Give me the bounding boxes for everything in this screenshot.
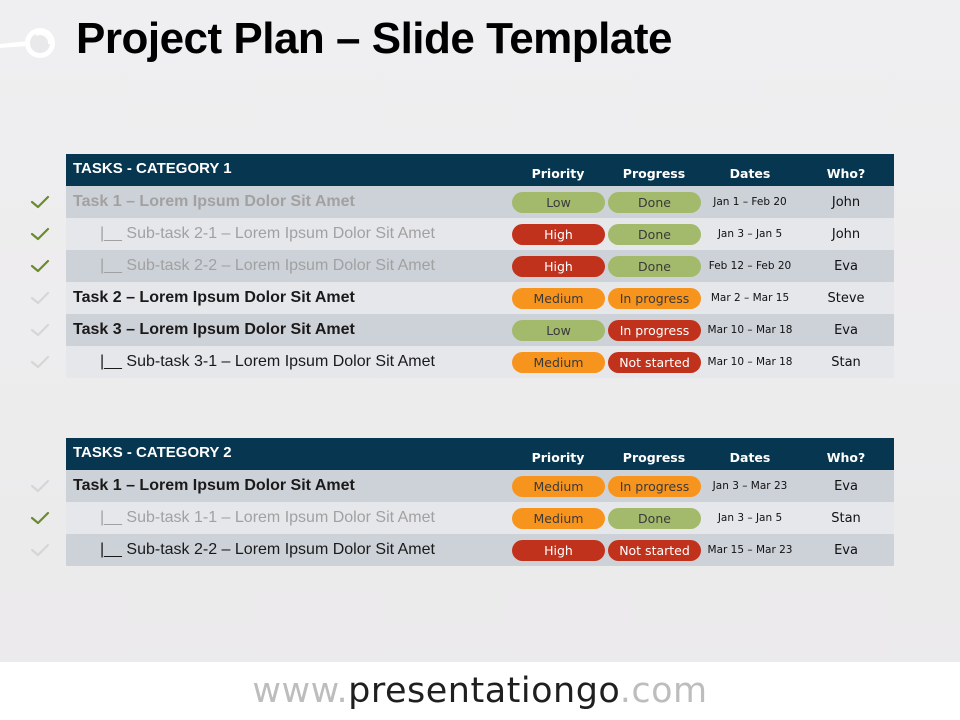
column-header-progress: Progress [622, 450, 686, 465]
table-row[interactable]: |__ Sub-task 2-2 – Lorem Ipsum Dolor Sit… [30, 250, 894, 282]
progress-badge: Done [608, 508, 701, 529]
column-header-who: Who? [826, 450, 866, 465]
progress-badge: In progress [608, 320, 701, 341]
category-title: TASKS - CATEGORY 1 [73, 160, 232, 177]
priority-badge: High [512, 256, 605, 277]
task-name: |__ Sub-task 2-2 – Lorem Ipsum Dolor Sit… [100, 257, 435, 274]
task-assignee: Stan [831, 511, 861, 526]
task-dates: Feb 12 – Feb 20 [708, 260, 792, 272]
task-name: |__ Sub-task 1-1 – Lorem Ipsum Dolor Sit… [100, 509, 435, 526]
table-header: TASKS - CATEGORY 2 Priority Progress Dat… [66, 438, 894, 470]
column-header-progress: Progress [622, 166, 686, 181]
url-prefix: www. [252, 671, 349, 711]
table-row[interactable]: |__ Sub-task 2-2 – Lorem Ipsum Dolor Sit… [30, 534, 894, 566]
task-name: Task 3 – Lorem Ipsum Dolor Sit Amet [73, 321, 355, 338]
slide-title: Project Plan – Slide Template [76, 14, 673, 63]
priority-badge: Medium [512, 352, 605, 373]
task-assignee: Eva [834, 543, 858, 558]
task-assignee: Stan [831, 355, 861, 370]
checkmark-icon[interactable] [30, 542, 50, 558]
priority-badge: High [512, 540, 605, 561]
task-name: Task 1 – Lorem Ipsum Dolor Sit Amet [73, 193, 355, 210]
table-row[interactable]: Task 1 – Lorem Ipsum Dolor Sit Amet Low … [30, 186, 894, 218]
priority-badge: Low [512, 320, 605, 341]
column-header-priority: Priority [531, 166, 585, 181]
column-header-dates: Dates [729, 166, 771, 181]
task-dates: Mar 2 – Mar 15 [710, 292, 790, 304]
table-header: TASKS - CATEGORY 1 Priority Progress Dat… [66, 154, 894, 186]
task-dates: Jan 3 – Mar 23 [712, 480, 788, 492]
task-table-category-2: TASKS - CATEGORY 2 Priority Progress Dat… [30, 438, 894, 566]
footer: www.presentationgo.com [0, 662, 960, 720]
priority-badge: Low [512, 192, 605, 213]
task-assignee: Eva [834, 259, 858, 274]
priority-badge: High [512, 224, 605, 245]
progress-badge: Not started [608, 352, 701, 373]
task-dates: Mar 10 – Mar 18 [707, 324, 793, 336]
checkmark-icon[interactable] [30, 354, 50, 370]
priority-badge: Medium [512, 476, 605, 497]
table-row[interactable]: Task 3 – Lorem Ipsum Dolor Sit Amet Low … [30, 314, 894, 346]
category-title: TASKS - CATEGORY 2 [73, 444, 232, 461]
magnifier-key-icon [0, 28, 55, 58]
task-dates: Jan 3 – Jan 5 [717, 228, 783, 240]
task-name: |__ Sub-task 2-2 – Lorem Ipsum Dolor Sit… [100, 541, 435, 558]
task-assignee: Eva [834, 479, 858, 494]
checkmark-icon[interactable] [30, 226, 50, 242]
task-dates: Jan 3 – Jan 5 [717, 512, 783, 524]
progress-badge: Done [608, 192, 701, 213]
progress-badge: Not started [608, 540, 701, 561]
task-dates: Mar 10 – Mar 18 [707, 356, 793, 368]
table-row[interactable]: Task 1 – Lorem Ipsum Dolor Sit Amet Medi… [30, 470, 894, 502]
table-row[interactable]: |__ Sub-task 1-1 – Lorem Ipsum Dolor Sit… [30, 502, 894, 534]
task-assignee: John [831, 227, 861, 242]
priority-badge: Medium [512, 508, 605, 529]
task-dates: Jan 1 – Feb 20 [713, 196, 787, 208]
task-table-category-1: TASKS - CATEGORY 1 Priority Progress Dat… [30, 154, 894, 378]
checkmark-icon[interactable] [30, 258, 50, 274]
checkmark-icon[interactable] [30, 510, 50, 526]
task-name: |__ Sub-task 2-1 – Lorem Ipsum Dolor Sit… [100, 225, 435, 242]
task-assignee: John [831, 195, 861, 210]
task-assignee: Eva [834, 323, 858, 338]
priority-badge: Medium [512, 288, 605, 309]
column-header-dates: Dates [729, 450, 771, 465]
progress-badge: Done [608, 256, 701, 277]
task-assignee: Steve [827, 291, 865, 306]
column-header-who: Who? [826, 166, 866, 181]
task-name: Task 2 – Lorem Ipsum Dolor Sit Amet [73, 289, 355, 306]
url-brand: presentationgo [348, 671, 620, 711]
url-suffix: .com [619, 671, 708, 711]
task-dates: Mar 15 – Mar 23 [707, 544, 793, 556]
progress-badge: In progress [608, 288, 701, 309]
progress-badge: In progress [608, 476, 701, 497]
task-name: Task 1 – Lorem Ipsum Dolor Sit Amet [73, 477, 355, 494]
column-header-priority: Priority [531, 450, 585, 465]
progress-badge: Done [608, 224, 701, 245]
checkmark-icon[interactable] [30, 290, 50, 306]
table-row[interactable]: |__ Sub-task 2-1 – Lorem Ipsum Dolor Sit… [30, 218, 894, 250]
footer-url[interactable]: www.presentationgo.com [252, 671, 707, 711]
task-name: |__ Sub-task 3-1 – Lorem Ipsum Dolor Sit… [100, 353, 435, 370]
table-row[interactable]: |__ Sub-task 3-1 – Lorem Ipsum Dolor Sit… [30, 346, 894, 378]
checkmark-icon[interactable] [30, 194, 50, 210]
checkmark-icon[interactable] [30, 322, 50, 338]
checkmark-icon[interactable] [30, 478, 50, 494]
table-row[interactable]: Task 2 – Lorem Ipsum Dolor Sit Amet Medi… [30, 282, 894, 314]
